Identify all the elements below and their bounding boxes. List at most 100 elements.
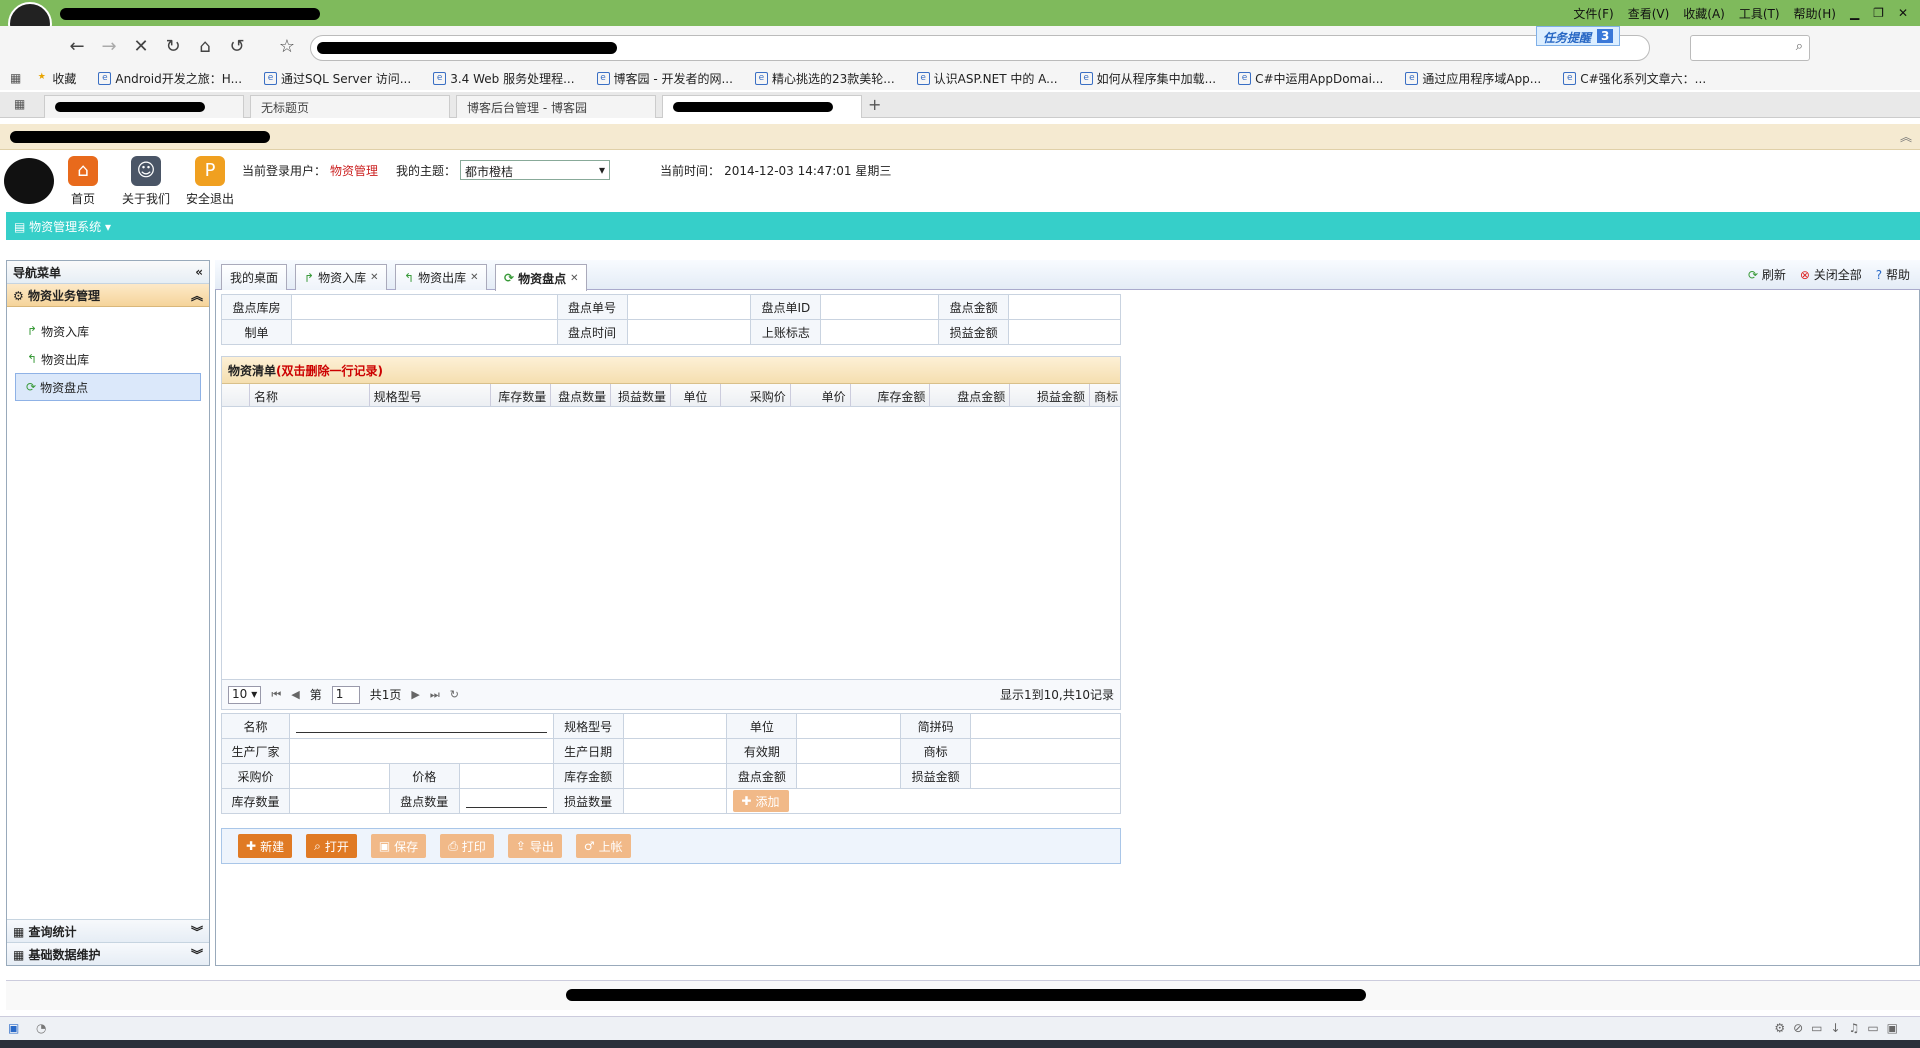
bookmark-item[interactable]: e 博客园 - 开发者的网... — [596, 70, 733, 87]
menu-tools[interactable]: 工具(T) — [1739, 5, 1780, 22]
grid-col[interactable]: 规格型号 — [370, 384, 492, 406]
field-warehouse[interactable] — [290, 294, 558, 320]
tab-inventory-check[interactable]: ⟳ 物资盘点 ✕ — [495, 264, 588, 291]
nav-section-query[interactable]: ▦ 查询统计 ︾ — [7, 919, 209, 942]
menu-help[interactable]: 帮助(H) — [1794, 5, 1836, 22]
input-production-date[interactable] — [622, 738, 728, 764]
menu-favorites[interactable]: 收藏(A) — [1683, 5, 1725, 22]
bookmark-item[interactable]: e Android开发之旅：H... — [98, 70, 242, 87]
bookmark-item[interactable]: e 认识ASP.NET 中的 A... — [916, 70, 1058, 87]
nav-section-business[interactable]: ⚙ 物资业务管理 ︽ — [7, 284, 209, 307]
grid-col[interactable]: 库存金额 — [851, 384, 931, 406]
input-loss-amount[interactable] — [970, 763, 1121, 789]
grid-col[interactable]: 单价 — [791, 384, 851, 406]
close-all-button[interactable]: ⊗ 关闭全部 — [1800, 266, 1862, 283]
search-icon[interactable]: ⌕ — [1796, 39, 1803, 54]
input-price[interactable] — [458, 763, 554, 789]
field-check-amount[interactable] — [1008, 294, 1121, 320]
refresh-button[interactable]: ⟳ 刷新 — [1748, 266, 1786, 283]
tab-stock-out[interactable]: ↰ 物资出库 ✕ — [395, 264, 488, 290]
restore-icon[interactable]: ❐ — [1873, 6, 1884, 20]
bookmark-item[interactable]: e 如何从程序集中加载... — [1079, 70, 1216, 87]
task-reminder-badge[interactable]: 任务提醒 3 — [1536, 26, 1621, 46]
next-page-icon[interactable]: ▶ — [411, 688, 419, 701]
grid-col[interactable]: 单位 — [671, 384, 721, 406]
input-expiry[interactable] — [796, 738, 902, 764]
input-spec[interactable] — [622, 713, 728, 739]
browser-tab-untitled[interactable]: 无标题页 — [250, 95, 450, 118]
undo-icon[interactable]: ↺ — [226, 36, 248, 58]
minimize-icon[interactable]: ▁ — [1850, 6, 1859, 20]
input-loss-qty[interactable] — [622, 788, 728, 814]
apps-grid-icon[interactable]: ▦ — [10, 71, 21, 85]
bookmark-item[interactable]: e 精心挑选的23款美轮... — [754, 70, 895, 87]
open-button[interactable]: ⌕ 打开 — [306, 834, 357, 858]
page-size-select[interactable]: 10 ▾ — [228, 685, 262, 704]
home-button[interactable]: ⌂ 首页 — [68, 156, 98, 207]
system-menu[interactable]: ▤ 物资管理系统 ▾ — [14, 218, 111, 235]
collapse-left-icon[interactable]: « — [195, 265, 203, 279]
search-box[interactable]: ⌕ — [1690, 35, 1810, 61]
export-button[interactable]: ⇪ 导出 — [507, 834, 562, 858]
grid-col[interactable]: 库存数量 — [491, 384, 552, 406]
input-name[interactable] — [288, 713, 554, 739]
nav-item-stock-in[interactable]: ↱ 物资入库 — [7, 317, 209, 345]
print-button[interactable]: ⎙ 打印 — [440, 834, 494, 858]
field-check-time[interactable] — [626, 319, 752, 345]
star-icon[interactable]: ☆ — [276, 36, 298, 58]
input-stock-amount[interactable] — [622, 763, 728, 789]
browser-tab-blog[interactable]: 博客后台管理 - 博客园 — [456, 95, 656, 118]
field-posted-flag[interactable] — [820, 319, 940, 345]
new-tab-icon[interactable]: + — [868, 95, 881, 114]
help-button[interactable]: ? 帮助 — [1876, 266, 1910, 283]
back-icon[interactable]: ← — [66, 36, 88, 58]
grid-col[interactable]: 名称 — [250, 384, 370, 406]
input-pinyin-code[interactable] — [970, 713, 1121, 739]
first-page-icon[interactable]: ⏮ — [271, 688, 281, 702]
input-unit[interactable] — [796, 713, 902, 739]
nav-item-stock-out[interactable]: ↰ 物资出库 — [7, 345, 209, 373]
reload-icon[interactable]: ↻ — [450, 688, 459, 701]
grid-col[interactable]: 商标 — [1090, 384, 1120, 406]
nav-section-basedata[interactable]: ▦ 基础数据维护 ︾ — [7, 942, 209, 965]
menu-file[interactable]: 文件(F) — [1573, 5, 1613, 22]
tab-stock-in[interactable]: ↱ 物资入库 ✕ — [295, 264, 388, 290]
prev-page-icon[interactable]: ◀ — [291, 688, 299, 701]
speaker-icon[interactable]: ◔ — [36, 1021, 46, 1035]
grid-col[interactable]: 损益数量 — [611, 384, 672, 406]
theme-select[interactable]: 都市橙桔 ▾ — [460, 160, 611, 180]
input-check-amount[interactable] — [796, 763, 902, 789]
grid-col[interactable]: 采购价 — [721, 384, 791, 406]
refresh-icon[interactable]: ↻ — [162, 36, 184, 58]
close-icon[interactable]: ✕ — [1898, 6, 1908, 20]
input-purchase-price[interactable] — [288, 763, 390, 789]
input-stock-qty[interactable] — [288, 788, 390, 814]
bookmark-item[interactable]: e C#强化系列文章六：... — [1563, 70, 1706, 87]
menu-view[interactable]: 查看(V) — [1628, 5, 1670, 22]
stop-icon[interactable]: ✕ — [130, 36, 152, 58]
apps-icon[interactable]: ▦ — [14, 97, 25, 111]
new-button[interactable]: ✚ 新建 — [238, 834, 293, 858]
grid-col[interactable]: 盘点数量 — [551, 384, 612, 406]
tab-desktop[interactable]: 我的桌面 — [221, 264, 288, 290]
add-button[interactable]: ✚ 添加 — [733, 790, 790, 812]
browser-tab-active[interactable] — [662, 95, 862, 118]
home-icon[interactable]: ⌂ — [194, 36, 216, 58]
address-bar[interactable] — [310, 35, 1650, 61]
bookmark-item[interactable]: e C#中运用AppDomai... — [1238, 70, 1383, 87]
field-check-number[interactable] — [626, 294, 752, 320]
field-maker[interactable] — [290, 319, 558, 345]
favorites-button[interactable]: ★ 收藏 — [35, 70, 77, 87]
close-tab-icon[interactable]: ✕ — [370, 272, 378, 283]
about-button[interactable]: ☺ 关于我们 — [122, 156, 170, 207]
input-brand[interactable] — [970, 738, 1121, 764]
field-loss-amount[interactable] — [1008, 319, 1121, 345]
page-number-input[interactable]: 1 — [331, 685, 360, 704]
bookmark-item[interactable]: e 3.4 Web 服务处理程... — [433, 70, 575, 87]
field-check-id[interactable] — [820, 294, 940, 320]
browser-tab-redacted[interactable] — [44, 95, 244, 118]
bookmark-item[interactable]: e 通过应用程序域App... — [1405, 70, 1541, 87]
grid-col[interactable]: 损益金额 — [1010, 384, 1091, 406]
close-tab-icon[interactable]: ✕ — [570, 273, 578, 284]
bookmark-item[interactable]: e 通过SQL Server 访问... — [264, 70, 411, 87]
